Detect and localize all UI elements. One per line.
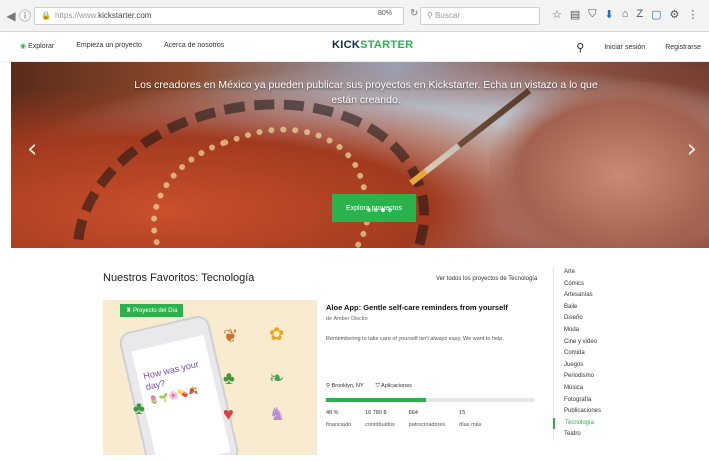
menu-icon[interactable]: ⋮	[687, 8, 698, 21]
sprout-icon: ♣	[223, 368, 235, 388]
info-icon[interactable]: ⓘ	[18, 9, 32, 23]
carousel-dot[interactable]	[374, 208, 378, 212]
category-item[interactable]: Periodismo	[554, 371, 633, 383]
zotero-icon[interactable]: Z	[636, 8, 643, 21]
heart-icon: ♥	[223, 404, 234, 424]
category-item[interactable]: Juegos	[554, 360, 633, 372]
explore-link[interactable]: ◉ Explorar	[20, 42, 54, 50]
kickstarter-logo[interactable]: KICKSTARTER	[332, 39, 413, 51]
star-icon[interactable]: ☆	[552, 8, 562, 21]
category-list: Arte Cómics Artesanías Baile Diseño Moda Cine …	[553, 267, 633, 441]
sunflower-icon: ✿	[269, 324, 285, 344]
category-item[interactable]: Arte	[554, 267, 633, 279]
phone-screen: How was your day? 🌷🌱🌸💊🍂	[131, 334, 231, 455]
site-header: ◉ Explorar Empieza un proyecto Acerca de …	[0, 32, 709, 62]
stat-pledged: 16 780 $ contribuidos	[365, 410, 395, 428]
stat-days-left: 15 días más	[459, 410, 482, 428]
funding-progress-fill	[326, 398, 426, 402]
project-author[interactable]: de Amber Discko	[326, 316, 368, 322]
shield-icon[interactable]: ⛉	[588, 8, 596, 21]
browser-toolbar: ◀ ⓘ 🔒 https://www.kickstarter.com 80% ↻ ⚲…	[0, 0, 709, 32]
register-link[interactable]: Registrarse	[665, 44, 701, 51]
hero-carousel: Los creadores en México ya pueden public…	[11, 62, 709, 248]
category-item[interactable]: Moda	[554, 325, 633, 337]
unicorn-icon: ♞	[269, 404, 286, 424]
toolbar-icons: ☆ ▤ ⛉ ⬇ ⌂ Z ▢ ⚙ ⋮	[552, 8, 698, 21]
section-title: Nuestros Favoritos: Tecnología	[103, 272, 255, 284]
category-item[interactable]: Cine y video	[554, 337, 633, 349]
category-item[interactable]: Baile	[554, 302, 633, 314]
category-item[interactable]: Cómics	[554, 279, 633, 291]
hero-text: Los creadores en México ya pueden public…	[134, 79, 598, 106]
search-icon[interactable]: ⚲	[576, 41, 584, 54]
chevron-left-icon[interactable]: ‹	[27, 134, 37, 164]
lock-icon: 🔒	[41, 11, 51, 20]
start-project-link[interactable]: Empieza un proyecto	[76, 42, 142, 50]
category-item[interactable]: Tecnología	[553, 417, 633, 430]
category-item[interactable]: Publicaciones	[554, 406, 633, 418]
herb-icon: ❧	[269, 368, 285, 388]
category-item[interactable]: Fotografía	[554, 395, 633, 407]
carousel-dot[interactable]	[381, 208, 385, 212]
back-icon[interactable]: ◀	[4, 9, 18, 23]
stat-funded: 48 % financiado	[326, 410, 352, 428]
phone-text: How was your day?	[142, 358, 200, 393]
search-input[interactable]: ⚲ Buscar	[420, 7, 540, 25]
carousel-dot[interactable]	[367, 208, 371, 212]
category-item[interactable]: Artesanías	[554, 290, 633, 302]
extension-icon[interactable]: ▢	[651, 8, 661, 21]
url-bar[interactable]: 🔒 https://www.kickstarter.com	[34, 7, 404, 25]
carousel-dot[interactable]	[388, 208, 392, 212]
zoom-level[interactable]: 80%	[378, 10, 392, 17]
project-image[interactable]: ♜ Proyecto del Día How was your day? 🌷🌱🌸…	[103, 300, 317, 455]
category-item[interactable]: Música	[554, 383, 633, 395]
project-of-day-badge: ♜ Proyecto del Día	[120, 304, 184, 317]
home-icon[interactable]: ⌂	[622, 8, 629, 21]
settings-icon[interactable]: ⚙	[670, 8, 680, 21]
project-stats: 48 % financiado 16 780 $ contribuidos 664 p…	[326, 410, 481, 428]
compass-icon: ◉	[20, 43, 27, 50]
funding-progress-bar	[326, 398, 534, 402]
download-icon[interactable]: ⬇	[605, 8, 614, 21]
chevron-right-icon[interactable]: ›	[687, 134, 697, 164]
carousel-dots	[367, 208, 392, 212]
search-icon: ⚲	[427, 11, 436, 20]
location-tag[interactable]: ⚲ Brooklyn, NY	[326, 383, 364, 390]
login-link[interactable]: Iniciar sesión	[604, 44, 645, 51]
project-meta: ⚲ Brooklyn, NY ⛉ Aplicaciones	[326, 383, 412, 390]
category-item[interactable]: Comida	[554, 348, 633, 360]
about-link[interactable]: Acerca de nosotros	[164, 42, 224, 50]
category-tag[interactable]: ⛉ Aplicaciones	[376, 383, 412, 390]
project-title[interactable]: Aloe App: Gentle self-care reminders fro…	[326, 303, 508, 312]
leaf-icon: ❦	[223, 326, 239, 346]
see-all-link[interactable]: Ver todos los proyectos de Tecnología	[436, 276, 537, 282]
clover-icon: ♣	[133, 398, 145, 418]
category-item[interactable]: Diseño	[554, 313, 633, 325]
clipboard-icon[interactable]: ▤	[570, 8, 580, 21]
category-item[interactable]: Teatro	[554, 429, 633, 441]
project-description: Remembering to take care of yourself isn…	[326, 336, 504, 342]
stat-backers: 664 patrocinadores	[408, 410, 446, 428]
reload-icon[interactable]: ↻	[410, 8, 418, 19]
badge-icon: ♜	[126, 308, 134, 314]
